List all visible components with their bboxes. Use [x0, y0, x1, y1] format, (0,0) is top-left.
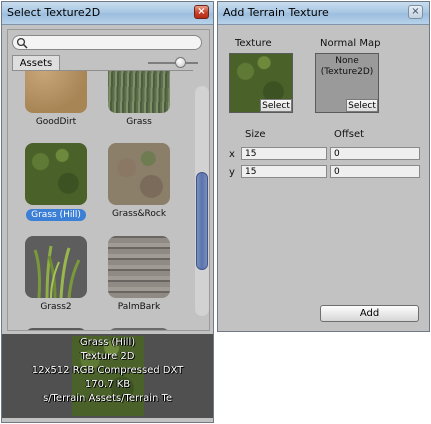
normal-map-label: Normal Map: [320, 38, 381, 49]
select-window-title: Select Texture2D: [7, 6, 101, 19]
asset-item-label: GoodDirt: [35, 117, 77, 127]
palm-bark-texture-thumb: [108, 236, 170, 298]
asset-item-label: Grass: [126, 117, 152, 127]
texture-select-button[interactable]: Select: [260, 99, 292, 112]
close-icon[interactable]: ×: [408, 5, 423, 19]
add-window-title: Add Terrain Texture: [223, 6, 329, 19]
grass-blades-icon: [33, 245, 81, 298]
asset-item-partial[interactable]: [21, 328, 91, 330]
scrollbar-thumb[interactable]: [196, 172, 208, 270]
normal-map-value: None: [335, 56, 359, 66]
asset-item-label: Grass (Hill): [26, 209, 86, 221]
offset-label: Offset: [334, 129, 365, 140]
texture-label: Texture: [235, 38, 272, 49]
asset-preview: Grass (Hill) Texture 2D 12x512 RGB Compr…: [2, 334, 213, 418]
asset-item-gooddirt[interactable]: GoodDirt: [21, 71, 91, 127]
asset-item-palmbark[interactable]: PalmBark: [104, 236, 174, 312]
asset-item-label: PalmBark: [117, 302, 161, 312]
asset-item-label: Grass&Rock: [111, 209, 167, 219]
asset-item-partial[interactable]: [104, 328, 174, 330]
preview-texture-image: [72, 336, 144, 416]
asset-item-label: Grass2: [40, 302, 72, 312]
size-x-field[interactable]: 15: [241, 147, 327, 160]
dirt-texture-thumb: [25, 71, 87, 113]
preview-asset-info: 12x512 RGB Compressed DXT: [31, 365, 184, 376]
search-input[interactable]: [12, 35, 202, 50]
asset-grid: GoodDirt Grass Grass (Hill) Grass&Rock G…: [12, 70, 193, 330]
select-window-titlebar[interactable]: Select Texture2D ×: [2, 2, 213, 25]
partial-texture-thumb: [25, 328, 87, 330]
asset-item-grass-rock[interactable]: Grass&Rock: [104, 143, 174, 219]
preview-asset-type: Texture 2D: [80, 351, 135, 362]
x-axis-label: x: [229, 149, 235, 160]
hill-grass-texture-thumb: [25, 143, 87, 205]
asset-item-grass2[interactable]: Grass2: [21, 236, 91, 312]
tall-grass-texture-thumb: [108, 71, 170, 113]
close-icon[interactable]: ×: [194, 5, 209, 19]
preview-asset-size: 170.7 KB: [84, 379, 131, 390]
y-axis-label: y: [229, 167, 235, 178]
add-window-titlebar[interactable]: Add Terrain Texture ×: [218, 2, 429, 25]
zoom-slider-thumb[interactable]: [175, 57, 186, 68]
size-label: Size: [245, 129, 266, 140]
asset-item-grass-hill[interactable]: Grass (Hill): [21, 143, 91, 221]
select-texture-window: Select Texture2D × Assets GoodDirt Grass…: [1, 1, 214, 423]
zoom-slider-track[interactable]: [148, 62, 198, 64]
add-button[interactable]: Add: [320, 305, 419, 322]
size-y-field[interactable]: 15: [241, 165, 327, 178]
preview-asset-name: Grass (Hill): [79, 337, 136, 348]
asset-item-grass[interactable]: Grass: [104, 71, 174, 127]
search-icon: [16, 37, 28, 49]
grass-blades-texture-thumb: [25, 236, 87, 298]
tab-assets[interactable]: Assets: [12, 55, 60, 71]
offset-x-field[interactable]: 0: [330, 147, 420, 160]
normal-map-select-button[interactable]: Select: [346, 99, 378, 112]
preview-asset-path: s/Terrain Assets/Terrain Te: [42, 393, 173, 404]
offset-y-field[interactable]: 0: [330, 165, 420, 178]
texture-slot[interactable]: Select: [229, 53, 293, 113]
partial-texture-thumb: [108, 328, 170, 330]
grass-rock-texture-thumb: [108, 143, 170, 205]
normal-map-slot[interactable]: None (Texture2D) Select: [315, 53, 379, 113]
normal-map-type: (Texture2D): [320, 67, 374, 77]
